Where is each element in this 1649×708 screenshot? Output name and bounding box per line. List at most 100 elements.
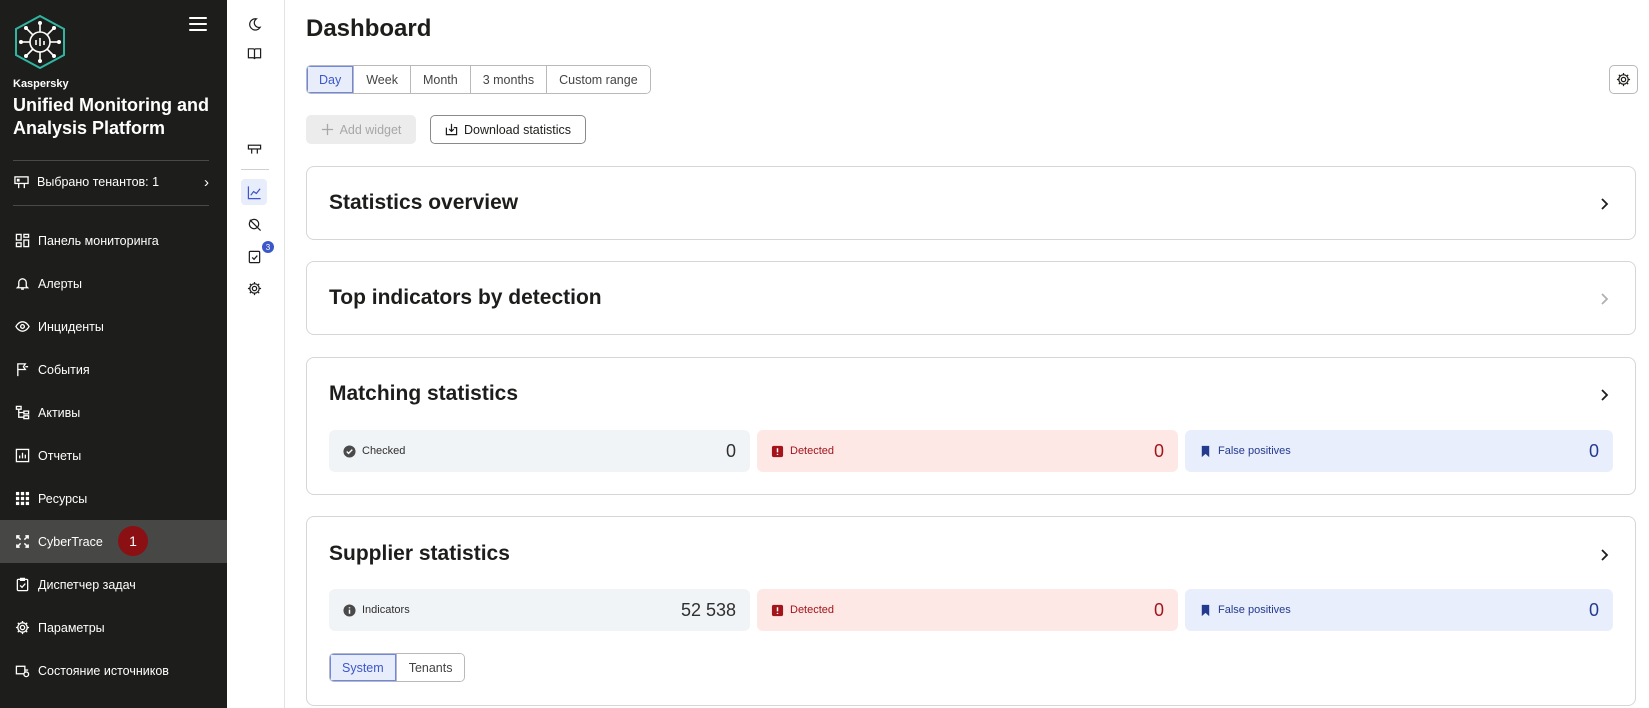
false-positives-stat: False positives 0 [1185, 589, 1613, 631]
sidebar-item-label: Алерты [38, 276, 82, 291]
period-option-3-months[interactable]: 3 months [470, 66, 548, 93]
period-selector: Day Week Month 3 months Custom range [306, 65, 651, 94]
stat-value: 0 [1588, 440, 1599, 461]
theme-toggle-moon-icon[interactable] [241, 11, 267, 37]
tenants-icon [14, 175, 29, 190]
detected-stat: Detected 0 [757, 589, 1178, 631]
add-widget-button[interactable]: Add widget [306, 115, 416, 144]
card-title: Statistics overview [329, 191, 519, 214]
kuma-logo [15, 14, 65, 70]
report-icon [15, 448, 30, 463]
stat-value: 0 [1588, 599, 1599, 620]
stat-label: Indicators [362, 604, 410, 616]
chevron-right-icon[interactable] [1597, 388, 1611, 402]
info-icon [343, 603, 356, 617]
bell-icon [15, 276, 30, 291]
chevron-right-icon: › [204, 174, 209, 191]
sidebar-divider [13, 160, 209, 161]
supplier-statistics-card: Supplier statistics Indicators 52 538 De… [306, 516, 1636, 706]
check-circle-icon [343, 444, 356, 458]
stat-label: False positives [1218, 604, 1291, 616]
sidebar-item-incidents[interactable]: Инциденты [0, 305, 227, 348]
bookmark-icon [1199, 445, 1212, 458]
scope-selector: System Tenants [329, 653, 466, 682]
menu-toggle-icon[interactable] [189, 17, 207, 33]
period-option-week[interactable]: Week [354, 66, 411, 93]
sidebar-item-task-manager[interactable]: Диспетчер задач [0, 563, 227, 606]
sidebar-divider [13, 205, 209, 206]
scope-option-tenants[interactable]: Tenants [396, 654, 465, 681]
notification-badge: 1 [118, 526, 148, 556]
plus-icon [321, 123, 333, 136]
page-title: Dashboard [306, 15, 432, 42]
sidebar-item-label: Ресурсы [38, 491, 88, 506]
sidebar-item-dashboard[interactable]: Панель мониторинга [0, 219, 227, 262]
download-statistics-button[interactable]: Download statistics [430, 115, 586, 144]
main-content: Dashboard Day Week Month 3 months Custom… [306, 0, 1638, 708]
stat-value: 52 538 [680, 599, 736, 620]
checked-stat: Checked 0 [329, 430, 750, 472]
false-positives-stat: False positives 0 [1185, 430, 1613, 472]
sidebar-item-label: События [38, 362, 90, 377]
stat-value: 0 [1153, 599, 1164, 620]
source-icon [15, 663, 30, 678]
dashboard-icon [15, 233, 30, 248]
cybertrace-icon [15, 534, 30, 549]
download-statistics-label: Download statistics [464, 122, 571, 137]
gear-icon[interactable] [241, 275, 267, 301]
sidebar-item-assets[interactable]: Активы [0, 391, 227, 434]
chart-icon[interactable] [241, 179, 267, 205]
stat-label: False positives [1218, 445, 1291, 457]
rail-divider [241, 169, 269, 170]
sidebar-item-label: Отчеты [38, 448, 82, 463]
sidebar: Kaspersky Unified Monitoring and Analysi… [0, 0, 227, 708]
grid-icon [15, 491, 30, 506]
card-title: Supplier statistics [329, 542, 510, 565]
sidebar-item-alerts[interactable]: Алерты [0, 262, 227, 305]
bookmark-icon [1199, 604, 1212, 617]
download-icon [445, 123, 458, 136]
chevron-right-icon[interactable] [1597, 197, 1611, 211]
app-window: Kaspersky Unified Monitoring and Analysi… [0, 0, 1649, 708]
eye-icon [15, 319, 30, 334]
sidebar-item-label: Активы [38, 405, 81, 420]
matching-statistics-card: Matching statistics Checked 0 Detected 0… [306, 357, 1636, 495]
top-indicators-card[interactable]: Top indicators by detection [306, 261, 1636, 335]
scope-option-system[interactable]: System [330, 654, 397, 681]
brand-vendor: Kaspersky [13, 78, 69, 90]
add-widget-label: Add widget [339, 122, 402, 137]
sidebar-item-label: Инциденты [38, 319, 104, 334]
chevron-right-icon[interactable] [1597, 292, 1611, 306]
sidebar-nav: Панель мониторинга Алерты Инциденты Собы… [0, 219, 227, 692]
sidebar-item-cybertrace[interactable]: CyberTrace 1 [0, 520, 227, 563]
period-option-month[interactable]: Month [410, 66, 471, 93]
stat-label: Detected [790, 604, 835, 616]
search-hidden-icon[interactable] [241, 211, 267, 237]
sidebar-item-label: Панель мониторинга [38, 233, 159, 248]
card-title: Matching statistics [329, 382, 519, 405]
tenant-selector[interactable]: Выбрано тенантов: 1 › [0, 164, 227, 200]
detected-stat: Detected 0 [757, 430, 1178, 472]
tenant-filter-icon[interactable] [241, 135, 267, 161]
sidebar-item-settings[interactable]: Параметры [0, 606, 227, 649]
tasks-icon [15, 577, 30, 592]
sidebar-item-resources[interactable]: Ресурсы [0, 477, 227, 520]
tasks-count-badge: 3 [262, 241, 274, 253]
chevron-right-icon[interactable] [1597, 548, 1611, 562]
sidebar-item-label: Диспетчер задач [38, 577, 136, 592]
statistics-overview-card[interactable]: Statistics overview [306, 166, 1636, 240]
sidebar-item-label: Параметры [38, 620, 105, 635]
indicators-stat: Indicators 52 538 [329, 589, 750, 631]
book-icon[interactable] [241, 40, 267, 66]
stat-value: 0 [725, 440, 736, 461]
dashboard-settings-button[interactable] [1609, 65, 1638, 94]
alert-icon [771, 445, 784, 458]
sidebar-item-source-status[interactable]: Состояние источников [0, 649, 227, 692]
sidebar-item-events[interactable]: События [0, 348, 227, 391]
sidebar-item-label: Состояние источников [38, 663, 169, 678]
period-option-custom-range[interactable]: Custom range [547, 66, 650, 93]
stat-value: 0 [1153, 440, 1164, 461]
sidebar-item-reports[interactable]: Отчеты [0, 434, 227, 477]
period-option-day[interactable]: Day [307, 66, 355, 93]
alert-icon [771, 604, 784, 617]
